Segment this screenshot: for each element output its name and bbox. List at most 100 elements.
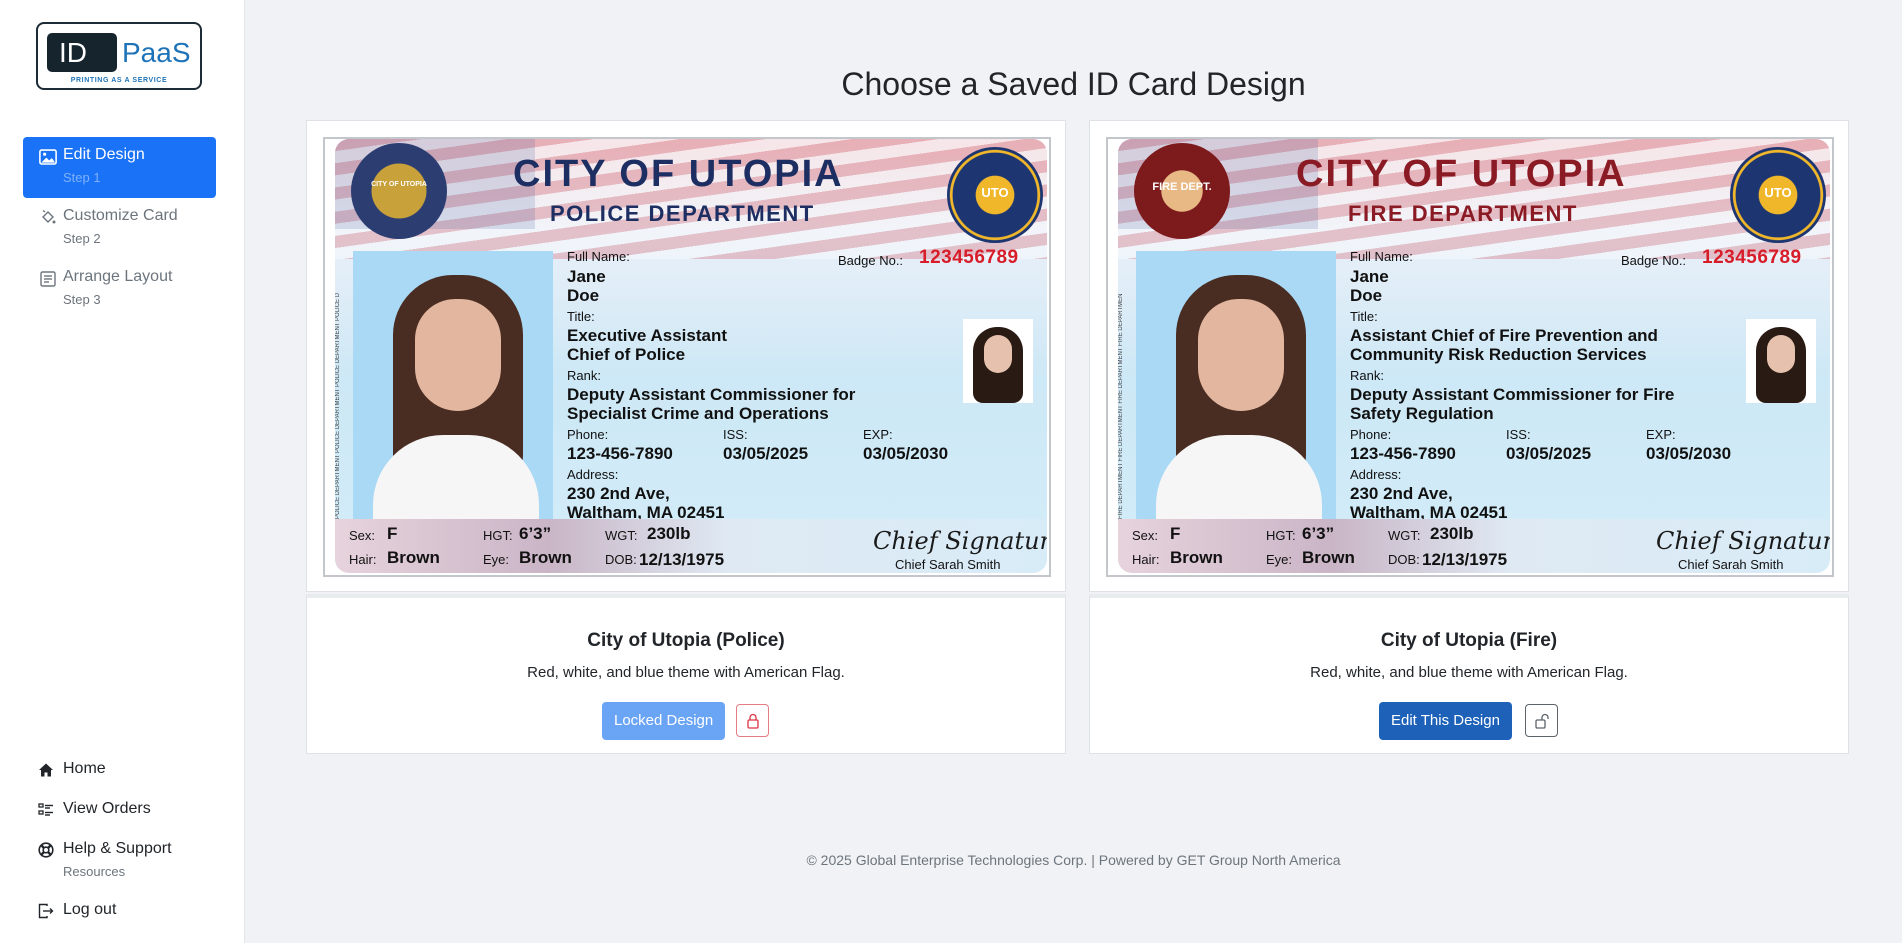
card-info-panel: City of Utopia (Police) Red, white, and … [306,594,1066,754]
holder-mini-photo [1746,319,1816,403]
iss-label: ISS: [1506,427,1531,442]
side-text: FIRE DEPARTMENT FIRE DEPARTMENT FIRE DEP… [1118,293,1124,519]
id-card-face: CITY OF UTOPIA CITY OF UTOPIA POLICE DEP… [335,139,1047,573]
name-last: Doe [1350,286,1383,305]
card-info-panel: City of Utopia (Fire) Red, white, and bl… [1089,594,1849,754]
lock-toggle-button[interactable] [736,704,769,737]
name-first: Jane [1350,267,1389,286]
address-line-1: 230 2nd Ave, [1350,484,1453,503]
rank-line-2: Safety Regulation [1350,404,1494,423]
id-card-preview[interactable]: FIRE DEPT. CITY OF UTOPIA FIRE DEPARTMEN… [1106,137,1834,577]
badge-number: 123456789 [1702,247,1802,268]
title-line-2: Chief of Police [567,345,686,364]
dob-value: 12/13/1975 [639,550,725,569]
exp-label: EXP: [1646,427,1676,442]
police-star-seal: CITY OF UTOPIA [351,143,447,239]
chief-signature: Chief Signature [873,527,1047,555]
dob-label: DOB: [1388,552,1420,567]
card-department: POLICE DEPARTMENT [550,201,815,226]
seal-text: UTO [981,185,1009,200]
sidebar-item-step: Step 2 [63,231,101,246]
sex-label: Sex: [349,528,376,543]
address-line-1: 230 2nd Ave, [567,484,670,503]
hair-value: Brown [387,548,440,567]
hgt-label: HGT: [483,528,513,543]
phone-label: Phone: [567,427,609,442]
id-card-face: FIRE DEPT. CITY OF UTOPIA FIRE DEPARTMEN… [1118,139,1830,573]
layout-icon [40,271,56,287]
card-department: FIRE DEPARTMENT [1348,201,1578,226]
design-description: Red, white, and blue theme with American… [1310,664,1628,681]
side-text: POLICE DEPARTMENT POLICE DEPARTMENT POLI… [335,292,341,519]
sidebar-link-label: Help & Support [63,840,172,857]
sidebar-link-label: Home [63,760,106,777]
hgt-value: 6’3” [1302,524,1335,543]
address-label: Address: [1350,467,1402,482]
rank-line-2: Specialist Crime and Operations [567,404,829,423]
title-line-1: Assistant Chief of Fire Prevention and [1350,326,1658,345]
holder-photo [353,251,553,519]
exp-label: EXP: [863,427,893,442]
sidebar-link-label: Log out [63,901,117,918]
dob-label: DOB: [605,552,637,567]
edit-design-button[interactable]: Edit This Design [1379,702,1512,740]
signer-name: Chief Sarah Smith [895,557,1001,572]
rank-line-1: Deputy Assistant Commissioner for Fire [1350,385,1675,404]
phone-value: 123-456-7890 [567,444,673,463]
hgt-label: HGT: [1266,528,1296,543]
design-name: City of Utopia (Police) [587,630,785,651]
locked-design-button[interactable]: Locked Design [602,702,726,740]
list-icon [38,803,53,816]
sidebar-item-step: Step 1 [63,170,101,185]
design-description: Red, white, and blue theme with American… [527,664,845,681]
hair-label: Hair: [1132,552,1160,567]
rank-label: Rank: [567,368,601,383]
sidebar-item-label: Arrange Layout [63,268,173,285]
holder-mini-photo [963,319,1033,403]
page-title: Choose a Saved ID Card Design [841,66,1306,102]
badge-label: Badge No.: [1621,253,1687,268]
sidebar-item-label: Customize Card [63,207,178,224]
holder-photo [1136,251,1336,519]
seal-text: CITY OF UTOPIA [371,181,427,188]
image-icon [39,149,57,165]
design-card-police: CITY OF UTOPIA CITY OF UTOPIA POLICE DEP… [306,120,1066,754]
badge-number: 123456789 [919,247,1019,268]
state-seal: UTO [947,147,1043,243]
wgt-label: WGT: [1388,528,1421,543]
sidebar-item-edit-design[interactable]: Edit Design Step 1 [23,137,216,198]
seal-text: FIRE DEPT. [1152,181,1212,193]
lock-toggle-button[interactable] [1525,704,1558,737]
sidebar-item-customize-card[interactable]: Customize Card Step 2 [23,198,216,259]
rank-label: Rank: [1350,368,1384,383]
id-card-preview[interactable]: CITY OF UTOPIA CITY OF UTOPIA POLICE DEP… [323,137,1051,577]
name-first: Jane [567,267,606,286]
eye-label: Eye: [1266,552,1293,567]
sidebar-link-sub: Resources [63,864,126,879]
hgt-value: 6’3” [519,524,552,543]
idpaas-logo[interactable]: ID PaaS PRINTING AS A SERVICE [36,22,202,90]
fire-dept-seal: FIRE DEPT. [1134,143,1230,239]
chief-signature: Chief Signature [1656,527,1830,555]
logout-icon [38,903,54,919]
wgt-value: 230lb [1430,524,1474,543]
sidebar: ID PaaS PRINTING AS A SERVICE Edit Desig… [0,0,245,943]
name-last: Doe [567,286,600,305]
title-line-2: Community Risk Reduction Services [1350,345,1647,364]
exp-value: 03/05/2030 [1646,444,1732,463]
logo-paas-text: PaaS [122,37,191,68]
dob-value: 12/13/1975 [1422,550,1508,569]
paint-bucket-icon [42,210,56,224]
wgt-value: 230lb [647,524,691,543]
sex-value: F [1170,524,1181,543]
eye-value: Brown [1302,548,1355,567]
sex-value: F [387,524,398,543]
design-name: City of Utopia (Fire) [1380,630,1558,651]
hair-label: Hair: [349,552,377,567]
iss-value: 03/05/2025 [1506,444,1592,463]
sidebar-item-arrange-layout[interactable]: Arrange Layout Step 3 [23,259,216,320]
title-line-1: Executive Assistant [567,326,727,345]
title-label: Title: [1350,309,1378,324]
sex-label: Sex: [1132,528,1159,543]
rank-line-1: Deputy Assistant Commissioner for [567,385,856,404]
